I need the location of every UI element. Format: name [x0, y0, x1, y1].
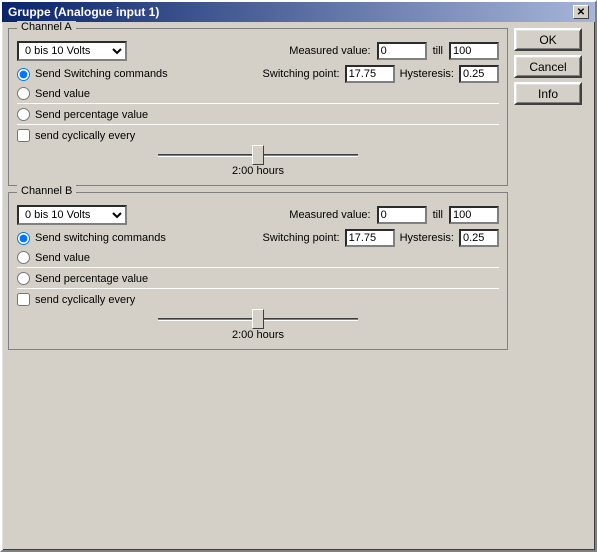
channel-b-switching-label: Send switching commands: [35, 232, 166, 244]
channel-b-legend: Channel B: [17, 185, 76, 197]
channel-a-top-row: 0 bis 10 Volts 0 bis 5 Volts 4 bis 20 mA…: [17, 41, 499, 61]
channel-b-slider-thumb[interactable]: [252, 309, 264, 329]
channel-a-sep1: [17, 103, 499, 104]
channel-a-sp-label: Switching point:: [263, 68, 340, 80]
channel-b-value-label: Send value: [35, 252, 90, 264]
main-area: Channel A 0 bis 10 Volts 0 bis 5 Volts 4…: [8, 28, 508, 544]
channel-a-value-radio[interactable]: [17, 87, 30, 100]
channel-b-measured-input[interactable]: [377, 206, 427, 224]
info-button[interactable]: Info: [514, 82, 582, 105]
channel-a-voltage-select[interactable]: 0 bis 10 Volts 0 bis 5 Volts 4 bis 20 mA: [17, 41, 127, 61]
channel-b-sep1: [17, 267, 499, 268]
channel-b-measured-label: Measured value:: [289, 209, 370, 221]
channel-b-switching-radio[interactable]: [17, 232, 30, 245]
channel-b-top-row: 0 bis 10 Volts 0 bis 5 Volts 4 bis 20 mA…: [17, 205, 499, 225]
channel-a-sendval-row: Send value: [17, 87, 499, 100]
title-bar: Gruppe (Analogue input 1) ✕: [2, 2, 595, 22]
channel-b-value-radio[interactable]: [17, 251, 30, 264]
channel-a-till-input[interactable]: [449, 42, 499, 60]
channel-b-hyst-input[interactable]: [459, 229, 499, 247]
main-window: Gruppe (Analogue input 1) ✕ Channel A 0 …: [0, 0, 597, 552]
close-button[interactable]: ✕: [573, 5, 589, 19]
channel-a-switching-label: Send Switching commands: [35, 68, 168, 80]
channel-a-switching-radio[interactable]: [17, 68, 30, 81]
channel-a-pct-radio[interactable]: [17, 108, 30, 121]
channel-b-switching-row: Send switching commands Switching point:…: [17, 229, 499, 247]
channel-a-slider-area: 2:00 hours: [17, 146, 499, 177]
channel-b-cyclic-checkbox[interactable]: [17, 293, 30, 306]
channel-b-sp-label: Switching point:: [263, 232, 340, 244]
channel-a-slider-track[interactable]: [158, 146, 358, 164]
channel-a-pct-label: Send percentage value: [35, 109, 148, 121]
channel-b-slider-area: 2:00 hours: [17, 310, 499, 341]
channel-a-switching-row: Send Switching commands Switching point:…: [17, 65, 499, 83]
channel-a-sendpct-row: Send percentage value: [17, 108, 499, 121]
channel-a-cyclic-checkbox[interactable]: [17, 129, 30, 142]
cancel-button[interactable]: Cancel: [514, 55, 582, 78]
channel-b-till-input[interactable]: [449, 206, 499, 224]
channel-b-group: Channel B 0 bis 10 Volts 0 bis 5 Volts 4…: [8, 192, 508, 350]
title-bar-buttons: ✕: [573, 5, 589, 19]
channel-b-sep2: [17, 288, 499, 289]
ok-button[interactable]: OK: [514, 28, 582, 51]
channel-a-measured-input[interactable]: [377, 42, 427, 60]
channel-a-sep2: [17, 124, 499, 125]
channel-b-voltage-select[interactable]: 0 bis 10 Volts 0 bis 5 Volts 4 bis 20 mA: [17, 205, 127, 225]
channel-a-legend: Channel A: [17, 21, 76, 33]
channel-b-pct-radio[interactable]: [17, 272, 30, 285]
channel-a-slider-label: 2:00 hours: [232, 165, 284, 177]
channel-b-sendpct-row: Send percentage value: [17, 272, 499, 285]
channel-a-measured-label: Measured value:: [289, 45, 370, 57]
channel-b-cyclic-label: send cyclically every: [35, 294, 135, 306]
channel-b-till-label: till: [433, 209, 443, 221]
channel-a-slider-thumb[interactable]: [252, 145, 264, 165]
channel-a-hyst-label: Hysteresis:: [400, 68, 454, 80]
channel-b-cyclic-row: send cyclically every: [17, 293, 499, 306]
channel-b-slider-label: 2:00 hours: [232, 329, 284, 341]
channel-a-cyclic-row: send cyclically every: [17, 129, 499, 142]
channel-b-pct-label: Send percentage value: [35, 273, 148, 285]
channel-a-cyclic-label: send cyclically every: [35, 130, 135, 142]
channel-a-till-label: till: [433, 45, 443, 57]
channel-b-sendval-row: Send value: [17, 251, 499, 264]
channel-a-group: Channel A 0 bis 10 Volts 0 bis 5 Volts 4…: [8, 28, 508, 186]
channel-b-sp-input[interactable]: [345, 229, 395, 247]
channel-b-slider-track[interactable]: [158, 310, 358, 328]
channel-a-hyst-input[interactable]: [459, 65, 499, 83]
channel-a-sp-input[interactable]: [345, 65, 395, 83]
sidebar: OK Cancel Info: [514, 28, 589, 544]
channel-b-hyst-label: Hysteresis:: [400, 232, 454, 244]
channel-a-value-label: Send value: [35, 88, 90, 100]
window-content: Channel A 0 bis 10 Volts 0 bis 5 Volts 4…: [2, 22, 595, 550]
window-title: Gruppe (Analogue input 1): [8, 5, 159, 19]
